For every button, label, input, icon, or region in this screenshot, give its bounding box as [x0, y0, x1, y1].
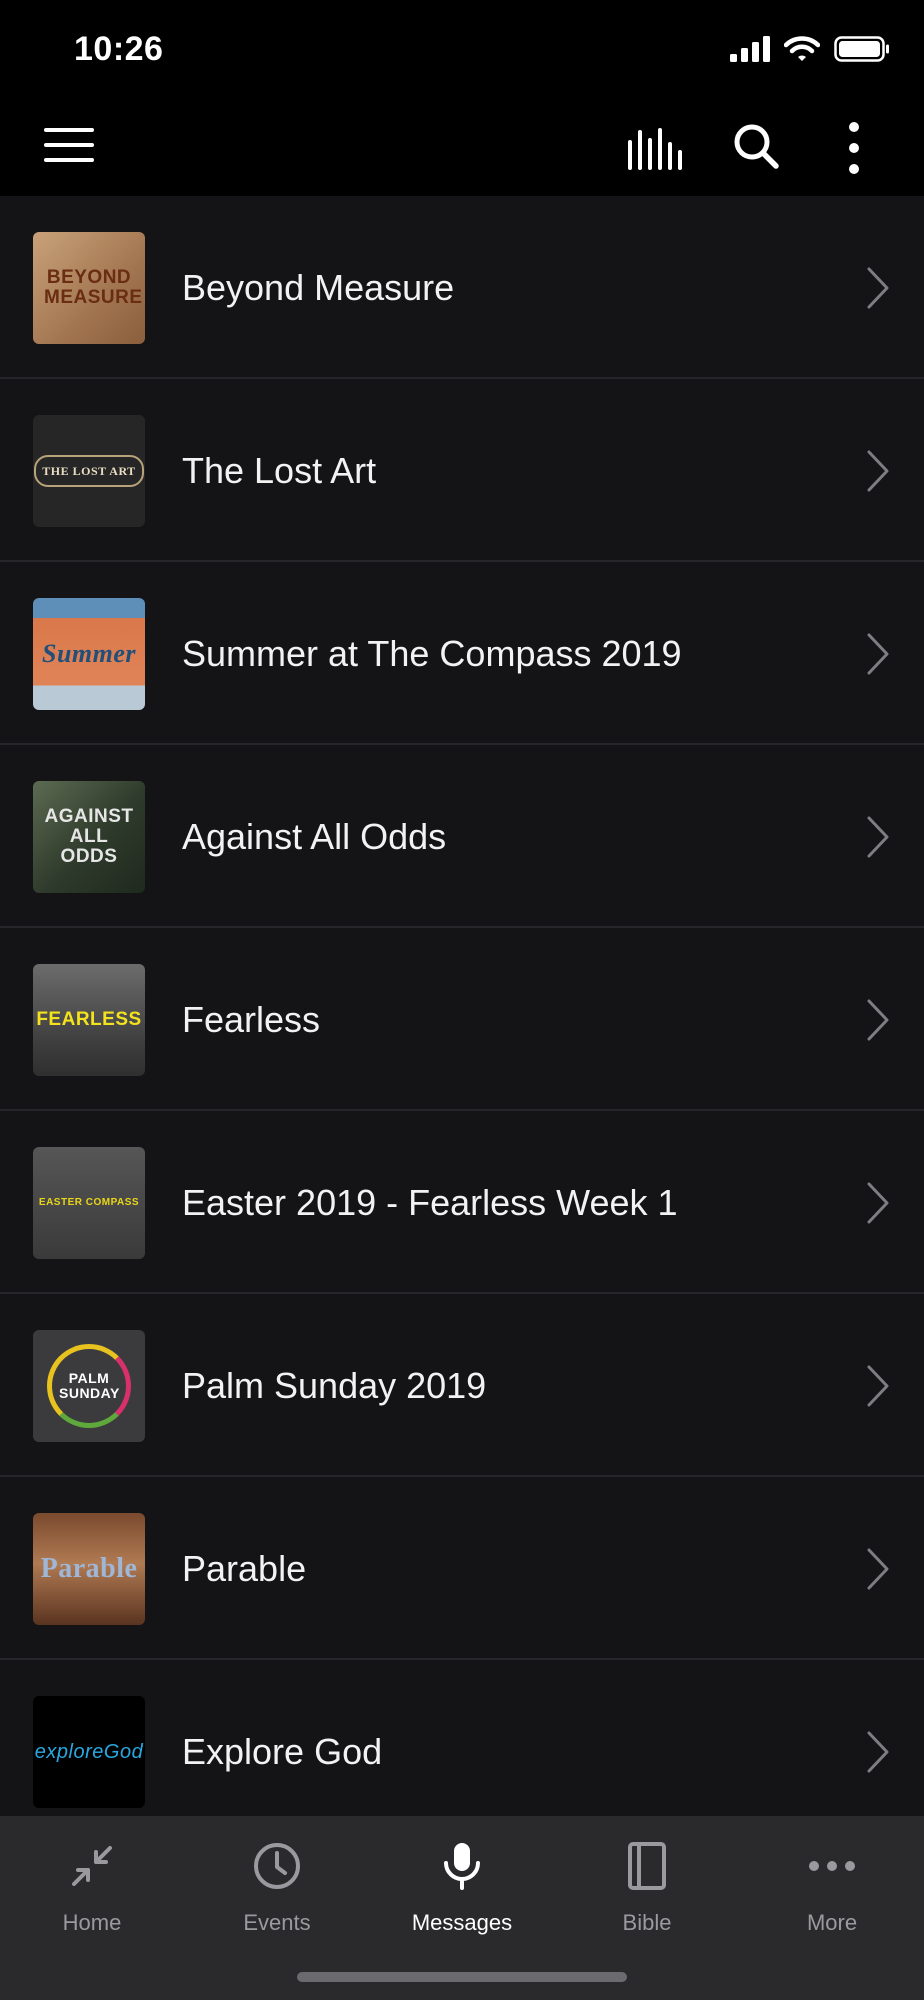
- list-item[interactable]: BEYOND MEASURE Beyond Measure: [0, 196, 924, 379]
- list-item[interactable]: THE LOST ART The Lost Art: [0, 379, 924, 562]
- status-time: 10:26: [74, 30, 164, 68]
- series-title: Explore God: [182, 1730, 383, 1772]
- series-thumbnail: Summer: [33, 598, 145, 710]
- series-title: Fearless: [182, 998, 321, 1040]
- signal-icon: [730, 36, 770, 62]
- series-thumbnail: FEARLESS: [33, 964, 145, 1076]
- thumbnail-text: Summer: [41, 639, 137, 669]
- chevron-right-icon: [867, 1365, 889, 1407]
- thumbnail-text: BEYOND MEASURE: [44, 267, 143, 308]
- vertical-dots-icon[interactable]: [838, 120, 870, 176]
- tab-label: Bible: [622, 1910, 672, 1935]
- list-item[interactable]: Parable Parable: [0, 1477, 924, 1660]
- tab-label: Messages: [411, 1910, 513, 1935]
- chevron-right-icon: [867, 1731, 889, 1773]
- book-icon: [617, 1836, 677, 1896]
- series-title: Easter 2019 - Fearless Week 1: [182, 1181, 678, 1223]
- list-item[interactable]: EASTER COMPASS Easter 2019 - Fearless We…: [0, 1111, 924, 1294]
- list-item[interactable]: FEARLESS Fearless: [0, 928, 924, 1111]
- tab-bible[interactable]: Bible: [555, 1836, 739, 1946]
- tab-events[interactable]: Events: [185, 1836, 369, 1946]
- status-icons: [730, 36, 890, 62]
- chevron-right-icon: [867, 999, 889, 1041]
- tab-label: More: [806, 1910, 858, 1935]
- series-title: Beyond Measure: [182, 266, 455, 308]
- list-item[interactable]: PALM SUNDAY Palm Sunday 2019: [0, 1294, 924, 1477]
- series-thumbnail: AGAINST ALL ODDS: [33, 781, 145, 893]
- chevron-right-icon: [867, 267, 889, 309]
- list-item[interactable]: Summer Summer at The Compass 2019: [0, 562, 924, 745]
- palm-sunday-ring: PALM SUNDAY: [47, 1344, 131, 1428]
- series-thumbnail: PALM SUNDAY: [33, 1330, 145, 1442]
- tab-label: Events: [243, 1910, 311, 1935]
- horizontal-dots-icon: [802, 1836, 862, 1896]
- series-thumbnail: exploreGod: [33, 1696, 145, 1808]
- list-item[interactable]: exploreGod Explore God: [0, 1660, 924, 1816]
- thumbnail-text: PALM SUNDAY: [59, 1370, 120, 1401]
- series-thumbnail: BEYOND MEASURE: [33, 232, 145, 344]
- home-icon: [62, 1836, 122, 1896]
- wifi-icon: [784, 36, 820, 61]
- status-bar: 10:26: [0, 0, 924, 100]
- list-item[interactable]: AGAINST ALL ODDS Against All Odds: [0, 745, 924, 928]
- series-title: Summer at The Compass 2019: [182, 632, 682, 674]
- message-series-list: BEYOND MEASURE Beyond Measure THE LOST A…: [0, 196, 924, 1816]
- thumbnail-text: Parable: [40, 1553, 138, 1585]
- thumbnail-text: FEARLESS: [36, 1009, 142, 1031]
- tab-messages[interactable]: Messages: [370, 1836, 554, 1946]
- chevron-right-icon: [867, 450, 889, 492]
- clock-icon: [247, 1836, 307, 1896]
- series-thumbnail: THE LOST ART: [33, 415, 145, 527]
- chevron-right-icon: [867, 633, 889, 675]
- series-title: Parable: [182, 1547, 307, 1589]
- tab-more[interactable]: More: [740, 1836, 924, 1946]
- hamburger-menu-icon[interactable]: [44, 128, 94, 168]
- tab-label: Home: [62, 1910, 122, 1935]
- search-icon[interactable]: [732, 122, 780, 170]
- series-title: The Lost Art: [182, 449, 377, 491]
- chevron-right-icon: [867, 1548, 889, 1590]
- series-thumbnail: Parable: [33, 1513, 145, 1625]
- series-title: Against All Odds: [182, 815, 447, 857]
- series-title: Palm Sunday 2019: [182, 1364, 487, 1406]
- thumbnail-text: EASTER COMPASS: [38, 1196, 140, 1208]
- app-bar: [0, 100, 924, 196]
- battery-icon: [834, 36, 889, 62]
- chevron-right-icon: [867, 816, 889, 858]
- audio-bars-icon[interactable]: [628, 126, 684, 170]
- home-indicator: [297, 1972, 627, 1982]
- microphone-icon: [432, 1836, 492, 1896]
- thumbnail-text: exploreGod: [34, 1740, 144, 1763]
- series-thumbnail: EASTER COMPASS: [33, 1147, 145, 1259]
- thumbnail-text: THE LOST ART: [34, 454, 144, 488]
- chevron-right-icon: [867, 1182, 889, 1224]
- thumbnail-text: AGAINST ALL ODDS: [44, 806, 134, 867]
- tab-home[interactable]: Home: [0, 1836, 184, 1946]
